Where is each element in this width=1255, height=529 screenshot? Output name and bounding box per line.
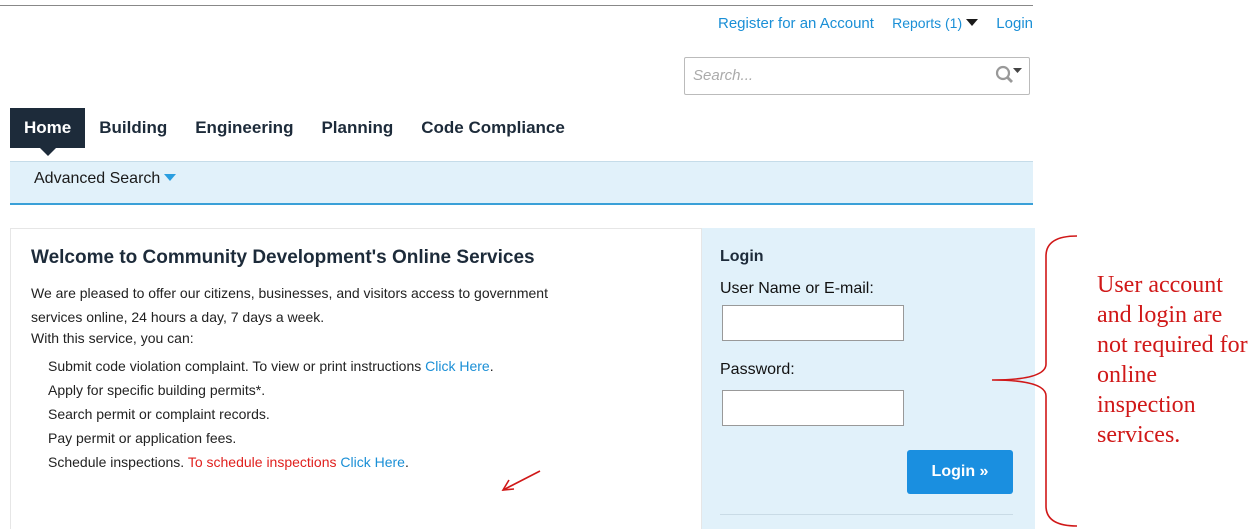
list-item: Schedule inspections. To schedule inspec… <box>48 454 409 470</box>
service-list-heading: With this service, you can: <box>31 330 194 346</box>
search-button[interactable] <box>995 65 1023 90</box>
tab-building[interactable]: Building <box>85 108 181 148</box>
instructions-link[interactable]: Click Here <box>425 358 490 374</box>
sub-nav: Advanced Search <box>10 161 1033 205</box>
schedule-inspections-link[interactable]: Click Here <box>340 454 405 470</box>
bracket-annotation <box>991 235 1078 527</box>
list-item: Submit code violation complaint. To view… <box>48 358 494 374</box>
header-links: Register for an Account Reports (1) Logi… <box>704 15 1033 32</box>
reports-label: Reports (1) <box>892 15 963 31</box>
intro-line: We are pleased to offer our citizens, bu… <box>31 285 548 301</box>
main-nav: Home Building Engineering Planning Code … <box>10 108 579 156</box>
login-link[interactable]: Login <box>996 15 1033 32</box>
password-label: Password: <box>720 361 795 378</box>
login-divider <box>720 514 1013 515</box>
search-input[interactable] <box>685 58 971 92</box>
tab-home[interactable]: Home <box>10 108 86 156</box>
schedule-inspections-text: To schedule inspections <box>187 454 341 470</box>
advanced-search-menu[interactable]: Advanced Search <box>34 170 177 188</box>
top-divider <box>0 5 1033 6</box>
list-item: Apply for specific building permits*. <box>48 382 266 398</box>
tab-engineering[interactable]: Engineering <box>181 108 307 148</box>
welcome-intro: We are pleased to offer our citizens, bu… <box>31 281 691 329</box>
password-field[interactable] <box>722 390 904 426</box>
magnifier-icon <box>995 65 1022 83</box>
advanced-search-label: Advanced Search <box>34 170 161 187</box>
list-item: Pay permit or application fees. <box>48 430 237 446</box>
reports-menu[interactable]: Reports (1) <box>892 15 979 31</box>
welcome-title: Welcome to Community Development's Onlin… <box>31 247 535 268</box>
login-title: Login <box>720 248 764 265</box>
register-link[interactable]: Register for an Account <box>718 15 874 32</box>
tab-planning[interactable]: Planning <box>307 108 407 148</box>
list-item: Search permit or complaint records. <box>48 406 270 422</box>
welcome-panel: Welcome to Community Development's Onlin… <box>10 228 702 529</box>
annotation-note: User account and login are not required … <box>1097 272 1248 448</box>
login-panel: Login User Name or E-mail: Password: Log… <box>702 228 1035 529</box>
caret-down-icon <box>966 19 979 26</box>
arrow-icon <box>501 470 541 491</box>
search-box <box>684 57 1030 95</box>
username-field[interactable] <box>722 305 904 341</box>
tab-code-compliance[interactable]: Code Compliance <box>407 108 579 148</box>
intro-line: services online, 24 hours a day, 7 days … <box>31 309 325 325</box>
username-label: User Name or E-mail: <box>720 280 874 297</box>
service-list: Submit code violation complaint. To view… <box>48 354 494 474</box>
caret-down-icon <box>164 174 177 181</box>
